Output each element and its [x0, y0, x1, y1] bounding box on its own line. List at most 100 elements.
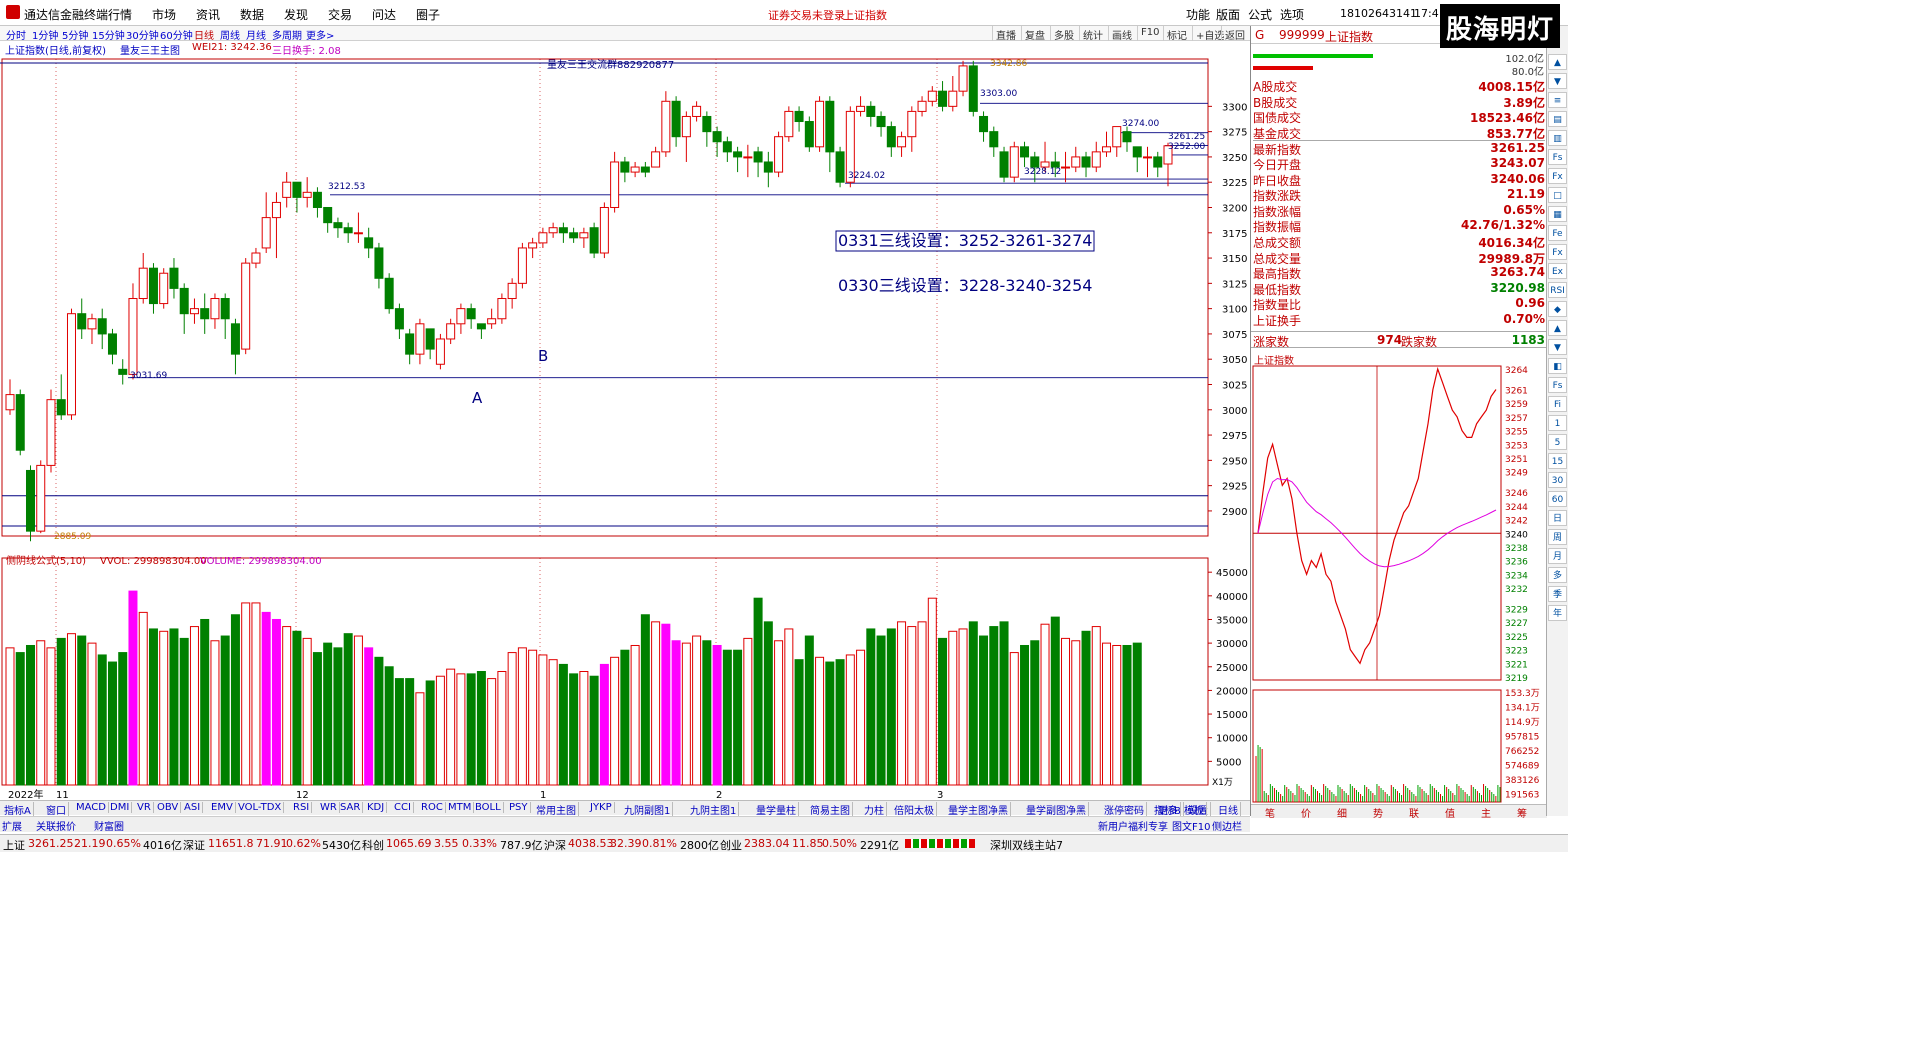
bottom-right-tab-0[interactable]: 指标B — [1152, 802, 1184, 817]
period-tab-8[interactable]: 月线 — [246, 27, 266, 42]
kline-chart[interactable]: 3300 3275 3250 3225 3200 3175 3150 3125 3100 3075… — [0, 55, 1250, 552]
intraday-tab-0[interactable]: 笔 — [1265, 805, 1275, 820]
chart-tool-0[interactable]: 直播 — [992, 26, 1019, 42]
period-tab-3[interactable]: 15分钟 — [92, 27, 125, 42]
period-tab-7[interactable]: 周线 — [220, 27, 240, 42]
promo-tab-2[interactable]: 侧边栏 — [1212, 818, 1242, 833]
chart-tool-3[interactable]: 统计 — [1079, 26, 1106, 42]
indicator-tab-27[interactable]: 量学副图净黑 — [1024, 802, 1089, 817]
indicator-tab-24[interactable]: 力柱 — [862, 802, 887, 817]
intraday-chart[interactable]: 3264 3261 3259 3257 3255 3253 3251 3249 3246 3244… — [1251, 364, 1547, 804]
extra-tab-1[interactable]: 关联报价 — [36, 818, 76, 833]
indicator-tab-23[interactable]: 简易主图 — [808, 802, 853, 817]
indicator-tab-10[interactable]: WR — [318, 802, 340, 813]
side-tool-15-icon[interactable]: ▼ — [1548, 339, 1567, 355]
indicator-tab-4[interactable]: VR — [135, 802, 154, 813]
side-tool-1-icon[interactable]: ▼ — [1548, 73, 1567, 89]
indicator-tab-17[interactable]: PSY — [507, 802, 531, 813]
chart-tool-1[interactable]: 复盘 — [1021, 26, 1048, 42]
menu-4[interactable]: 发现 — [284, 6, 308, 23]
intraday-tab-5[interactable]: 值 — [1445, 805, 1455, 820]
indicator-tab-15[interactable]: MTM — [446, 802, 475, 813]
indicator-tab-2[interactable]: MACD — [74, 802, 109, 813]
side-tool-10-icon[interactable]: Fx — [1548, 244, 1567, 260]
intraday-tab-6[interactable]: 主 — [1481, 805, 1491, 820]
indicator-tab-6[interactable]: ASI — [182, 802, 204, 813]
indicator-tab-18[interactable]: 常用主图 — [534, 802, 579, 817]
user-id[interactable]: 18102643141 — [1340, 7, 1417, 20]
indicator-tab-20[interactable]: 九阴副图1 — [622, 802, 674, 817]
period-tab-4[interactable]: 30分钟 — [126, 27, 159, 42]
side-tool-16-icon[interactable]: ◧ — [1548, 358, 1567, 374]
bottom-right-tab-2[interactable]: 日线 — [1216, 802, 1241, 817]
indicator-tab-28[interactable]: 涨停密码 — [1102, 802, 1147, 817]
intraday-tab-4[interactable]: 联 — [1409, 805, 1419, 820]
period-tab-6[interactable]: 日线 — [194, 27, 214, 42]
side-tool-6-icon[interactable]: Fx — [1548, 168, 1567, 184]
indicator-tab-7[interactable]: EMV — [209, 802, 236, 813]
chart-tool-5[interactable]: F10 — [1137, 26, 1162, 41]
side-tool-18-icon[interactable]: Fi — [1548, 396, 1567, 412]
login-notice[interactable]: 证券交易未登录 — [768, 7, 845, 23]
menu-7[interactable]: 圈子 — [416, 6, 440, 23]
side-tool-7-icon[interactable]: □ — [1548, 187, 1567, 203]
right-menu-0[interactable]: 功能 — [1186, 6, 1210, 23]
right-menu-1[interactable]: 版面 — [1216, 6, 1240, 23]
indicator-tab-22[interactable]: 量学量柱 — [754, 802, 799, 817]
period-tab-5[interactable]: 60分钟 — [160, 27, 193, 42]
server-name[interactable]: 深圳双线主站7 — [990, 837, 1063, 853]
side-tool-5-icon[interactable]: Fs — [1548, 149, 1567, 165]
right-menu-3[interactable]: 选项 — [1280, 6, 1304, 23]
intraday-tab-1[interactable]: 价 — [1301, 805, 1311, 820]
side-tool-27-icon[interactable]: 多 — [1548, 567, 1567, 583]
indicator-tab-1[interactable]: 窗口 — [44, 802, 69, 817]
side-tool-26-icon[interactable]: 月 — [1548, 548, 1567, 564]
menu-0[interactable]: 行情 — [108, 6, 132, 23]
volume-chart[interactable]: 侧阴线公式(5,10) VVOL: 299898304.00VOLUME: 299… — [0, 552, 1250, 800]
side-tool-2-icon[interactable]: ≡ — [1548, 92, 1567, 108]
side-tool-3-icon[interactable]: ▤ — [1548, 111, 1567, 127]
extra-tab-2[interactable]: 财富圈 — [94, 818, 124, 833]
chart-tool-4[interactable]: 画线 — [1108, 26, 1135, 42]
indicator-tab-26[interactable]: 量学主图净黑 — [946, 802, 1011, 817]
chart-tool-6[interactable]: 标记 — [1163, 26, 1190, 42]
side-tool-22-icon[interactable]: 30 — [1548, 472, 1567, 488]
indicator-tab-13[interactable]: CCI — [392, 802, 414, 813]
side-tool-14-icon[interactable]: ▲ — [1548, 320, 1567, 336]
promo-tab-1[interactable]: 图文F10 — [1172, 818, 1210, 833]
side-tool-23-icon[interactable]: 60 — [1548, 491, 1567, 507]
side-tool-12-icon[interactable]: RSI — [1548, 282, 1567, 298]
period-tab-10[interactable]: 更多> — [306, 27, 334, 42]
side-tool-20-icon[interactable]: 5 — [1548, 434, 1567, 450]
indicator-tab-3[interactable]: DMI — [108, 802, 133, 813]
side-tool-17-icon[interactable]: Fs — [1548, 377, 1567, 393]
chart-tool-2[interactable]: 多股 — [1050, 26, 1077, 42]
indicator-tab-16[interactable]: BOLL — [473, 802, 504, 813]
menu-6[interactable]: 问达 — [372, 6, 396, 23]
indicator-tab-5[interactable]: OBV — [155, 802, 182, 813]
intraday-tab-2[interactable]: 细 — [1337, 805, 1347, 820]
extra-tab-0[interactable]: 扩展 — [2, 818, 22, 833]
intraday-tab-3[interactable]: 势 — [1373, 805, 1383, 820]
indicator-tab-19[interactable]: JYKP — [588, 802, 615, 813]
indicator-tab-0[interactable]: 指标A — [2, 802, 34, 817]
menu-5[interactable]: 交易 — [328, 6, 352, 23]
indicator-tab-9[interactable]: RSI — [291, 802, 313, 813]
period-tab-0[interactable]: 分时 — [6, 27, 26, 42]
indicator-tab-11[interactable]: SAR — [338, 802, 364, 813]
menu-2[interactable]: 资讯 — [196, 6, 220, 23]
period-tab-1[interactable]: 1分钟 — [32, 27, 58, 42]
promo-tab-0[interactable]: 新用户福利专享 — [1098, 818, 1168, 833]
side-tool-29-icon[interactable]: 年 — [1548, 605, 1567, 621]
side-tool-0-icon[interactable]: ▲ — [1548, 54, 1567, 70]
indicator-tab-25[interactable]: 倍阳太极 — [892, 802, 937, 817]
side-tool-11-icon[interactable]: Ex — [1548, 263, 1567, 279]
bottom-right-tab-1[interactable]: 模板 — [1182, 802, 1207, 817]
side-tool-25-icon[interactable]: 周 — [1548, 529, 1567, 545]
right-menu-2[interactable]: 公式 — [1248, 6, 1272, 23]
indicator-tab-8[interactable]: VOL-TDX — [236, 802, 285, 813]
menu-1[interactable]: 市场 — [152, 6, 176, 23]
side-tool-4-icon[interactable]: ▥ — [1548, 130, 1567, 146]
chart-tool-8[interactable]: 返回 — [1221, 26, 1248, 42]
side-tool-28-icon[interactable]: 季 — [1548, 586, 1567, 602]
